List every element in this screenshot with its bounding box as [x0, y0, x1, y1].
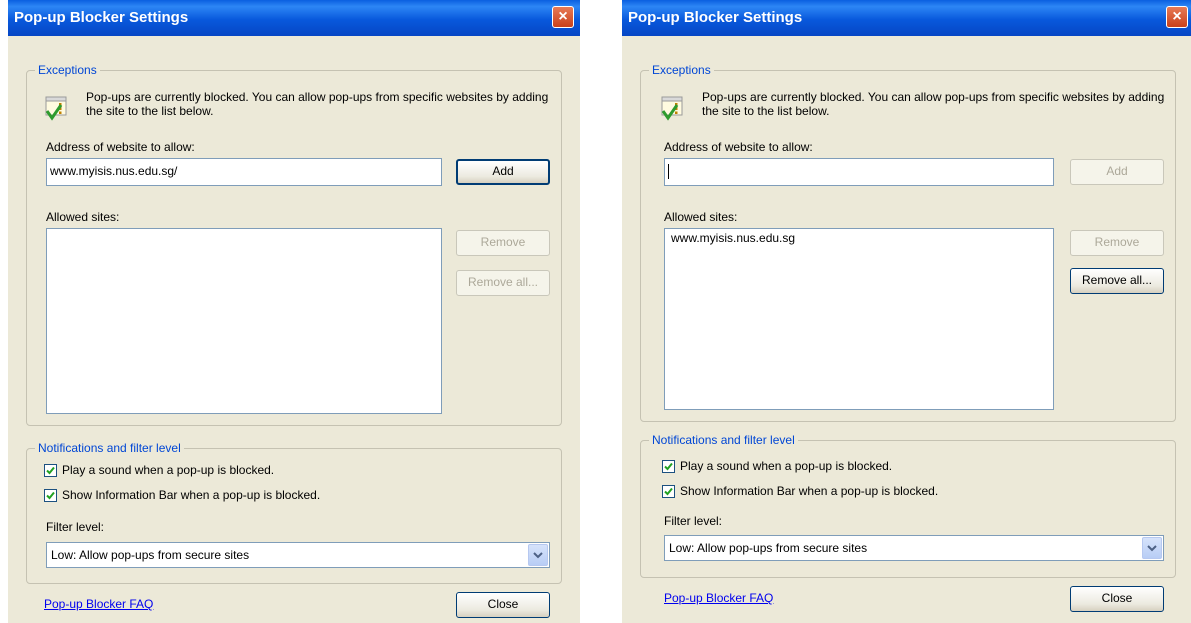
- close-icon: ×: [1172, 8, 1182, 25]
- checkmark-icon: [46, 466, 55, 475]
- show-info-bar-label: Show Information Bar when a pop-up is bl…: [680, 484, 939, 498]
- title-bar: Pop-up Blocker Settings ×: [8, 0, 580, 36]
- allowed-sites-label: Allowed sites:: [46, 210, 120, 224]
- add-button[interactable]: Add: [1070, 159, 1164, 185]
- play-sound-label: Play a sound when a pop-up is blocked.: [680, 459, 893, 473]
- allowed-sites-label: Allowed sites:: [664, 210, 738, 224]
- popup-blocker-dialog-left: Pop-up Blocker Settings × Exceptions Pop…: [8, 0, 580, 623]
- address-input[interactable]: www.myisis.nus.edu.sg/: [46, 158, 442, 186]
- chevron-down-icon: [533, 552, 543, 559]
- play-sound-checkbox[interactable]: [662, 460, 675, 473]
- address-input[interactable]: [664, 158, 1054, 186]
- checkmark-icon: [664, 462, 673, 471]
- dialog-title: Pop-up Blocker Settings: [628, 9, 803, 26]
- warning-check-icon: [45, 96, 67, 121]
- popup-blocker-dialog-right: Pop-up Blocker Settings × Exceptions Pop…: [622, 0, 1191, 623]
- remove-all-button[interactable]: Remove all...: [456, 270, 550, 296]
- filter-level-label: Filter level:: [664, 514, 723, 528]
- close-button[interactable]: Close: [456, 592, 550, 618]
- dialog-title: Pop-up Blocker Settings: [14, 9, 189, 26]
- remove-all-button[interactable]: Remove all...: [1070, 268, 1164, 294]
- filter-level-value: Low: Allow pop-ups from secure sites: [51, 548, 250, 562]
- popup-blocker-faq-link[interactable]: Pop-up Blocker FAQ: [44, 597, 153, 611]
- show-info-bar-checkbox[interactable]: [44, 489, 57, 502]
- dropdown-button[interactable]: [1142, 537, 1162, 559]
- filter-level-label: Filter level:: [46, 520, 105, 534]
- address-label: Address of website to allow:: [46, 140, 195, 154]
- checkmark-icon: [664, 487, 673, 496]
- play-sound-checkbox[interactable]: [44, 464, 57, 477]
- play-sound-label: Play a sound when a pop-up is blocked.: [62, 463, 275, 477]
- text-caret: [668, 164, 669, 180]
- remove-button[interactable]: Remove: [1070, 230, 1164, 256]
- list-item[interactable]: www.myisis.nus.edu.sg: [671, 231, 1047, 245]
- remove-button[interactable]: Remove: [456, 230, 550, 256]
- popup-blocker-faq-link[interactable]: Pop-up Blocker FAQ: [664, 591, 773, 605]
- exceptions-legend: Exceptions: [35, 62, 100, 78]
- close-icon: ×: [558, 8, 568, 25]
- dropdown-button[interactable]: [528, 544, 548, 566]
- info-text: Pop-ups are currently blocked. You can a…: [86, 90, 549, 118]
- allowed-sites-list[interactable]: [46, 228, 442, 414]
- close-window-button[interactable]: ×: [1166, 6, 1188, 28]
- title-bar: Pop-up Blocker Settings ×: [622, 0, 1191, 36]
- chevron-down-icon: [1147, 545, 1157, 552]
- info-text: Pop-ups are currently blocked. You can a…: [702, 90, 1165, 118]
- checkmark-icon: [46, 491, 55, 500]
- show-info-bar-label: Show Information Bar when a pop-up is bl…: [62, 488, 321, 502]
- add-button[interactable]: Add: [456, 159, 550, 185]
- notifications-legend: Notifications and filter level: [35, 440, 184, 456]
- notifications-legend: Notifications and filter level: [649, 432, 798, 448]
- address-label: Address of website to allow:: [664, 140, 813, 154]
- filter-level-value: Low: Allow pop-ups from secure sites: [669, 541, 868, 555]
- filter-level-select[interactable]: Low: Allow pop-ups from secure sites: [664, 535, 1164, 561]
- show-info-bar-checkbox[interactable]: [662, 485, 675, 498]
- close-window-button[interactable]: ×: [552, 6, 574, 28]
- allowed-sites-list[interactable]: www.myisis.nus.edu.sg: [664, 228, 1054, 410]
- close-button[interactable]: Close: [1070, 586, 1164, 612]
- filter-level-select[interactable]: Low: Allow pop-ups from secure sites: [46, 542, 550, 568]
- exceptions-legend: Exceptions: [649, 62, 714, 78]
- warning-check-icon: [661, 96, 683, 121]
